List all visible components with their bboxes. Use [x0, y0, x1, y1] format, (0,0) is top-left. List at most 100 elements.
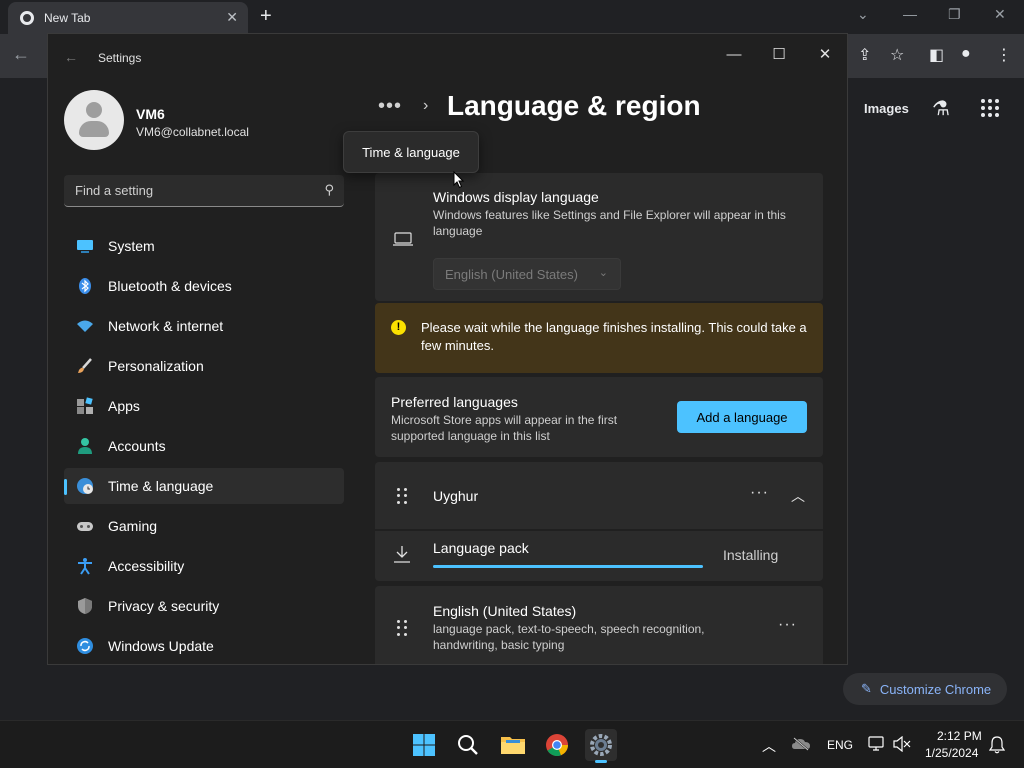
warning-text: Please wait while the language finishes … [421, 320, 807, 353]
chrome-tab-title: New Tab [44, 11, 91, 25]
find-setting-search[interactable]: ⚲ [64, 175, 344, 207]
sidebar-item-gaming[interactable]: Gaming [64, 508, 344, 544]
clock-date[interactable]: 1/25/2024 [925, 746, 978, 760]
apps-icon [77, 397, 93, 414]
tab-search-icon[interactable]: ⌄ [857, 6, 869, 23]
settings-titlebar: ← Settings — ☐ ✕ [48, 34, 847, 82]
chrome-back-icon[interactable]: ← [12, 44, 30, 65]
preferred-languages-description: Microsoft Store apps will appear in the … [391, 413, 618, 443]
add-language-button[interactable]: Add a language [677, 401, 807, 433]
gamepad-icon [77, 522, 93, 531]
system-icon [77, 240, 93, 253]
volume-muted-icon[interactable] [893, 736, 911, 752]
images-link[interactable]: Images [864, 101, 909, 116]
clock-time[interactable]: 2:12 PM [937, 729, 982, 743]
sidebar-item-system[interactable]: System [64, 228, 344, 264]
side-panel-icon[interactable]: ◧ [929, 45, 944, 65]
sidebar-item-privacy[interactable]: Privacy & security [64, 588, 344, 624]
taskbar: ︿ ENG 2:12 PM 1/25/2024 [0, 720, 1024, 768]
more-options-button[interactable]: ··· [778, 616, 797, 634]
close-button[interactable]: ✕ [805, 40, 845, 68]
sidebar-item-label: Personalization [108, 358, 204, 374]
bookmark-star-icon[interactable]: ☆ [890, 45, 904, 65]
sidebar-item-windows-update[interactable]: Windows Update [64, 628, 344, 664]
install-warning-banner: ! Please wait while the language finishe… [375, 303, 823, 373]
search-icon [458, 735, 478, 755]
search-icon[interactable]: ⚲ [324, 182, 334, 198]
language-name: English (United States) [433, 603, 577, 619]
settings-taskbar-button[interactable] [585, 729, 617, 763]
tray-overflow-chevron-icon[interactable]: ︿ [762, 736, 776, 756]
language-pack-progress-fill [433, 565, 703, 568]
chevron-up-icon[interactable]: ︿ [791, 486, 806, 506]
sidebar-item-label: Privacy & security [108, 598, 220, 614]
chrome-menu-icon[interactable]: ⋮ [996, 45, 1012, 65]
sidebar-item-bluetooth[interactable]: Bluetooth & devices [64, 268, 344, 304]
shield-icon [78, 598, 92, 614]
sidebar-item-time-language[interactable]: Time & language [64, 468, 344, 504]
user-email: VM6@collabnet.local [136, 125, 249, 139]
back-arrow-icon[interactable]: ← [64, 49, 78, 65]
display-language-title: Windows display language [433, 189, 599, 205]
sidebar-item-label: System [108, 238, 155, 254]
sidebar-item-personalization[interactable]: Personalization [64, 348, 344, 384]
onedrive-offline-icon[interactable] [792, 737, 810, 751]
breadcrumb-tooltip: Time & language [343, 131, 479, 173]
start-button[interactable] [408, 729, 440, 761]
notification-bell-icon[interactable] [989, 736, 1005, 754]
labs-flask-icon[interactable]: ⚗ [932, 96, 950, 121]
maximize-button[interactable]: ☐ [759, 40, 799, 68]
display-language-value: English (United States) [445, 267, 578, 282]
drag-handle-icon[interactable] [397, 488, 407, 504]
breadcrumb-chevron-icon: › [423, 97, 429, 114]
chrome-minimize-icon[interactable]: — [903, 6, 917, 22]
search-input[interactable] [64, 175, 344, 206]
input-language-indicator[interactable]: ENG [827, 738, 853, 752]
sidebar-item-network[interactable]: Network & internet [64, 308, 344, 344]
laptop-icon [393, 232, 413, 246]
profile-icon[interactable]: ● [961, 45, 971, 63]
sidebar-item-accounts[interactable]: Accounts [64, 428, 344, 464]
file-explorer-button[interactable] [497, 729, 529, 761]
sidebar-item-label: Apps [108, 398, 140, 414]
download-icon [394, 546, 410, 563]
avatar[interactable] [64, 90, 124, 150]
language-name: Uyghur [433, 488, 479, 504]
language-item-uyghur[interactable]: Uyghur ··· ︿ [375, 462, 823, 529]
taskbar-search-button[interactable] [452, 729, 484, 761]
new-tab-button[interactable]: + [260, 5, 272, 28]
sidebar-item-label: Time & language [108, 478, 214, 494]
sidebar-item-apps[interactable]: Apps [64, 388, 344, 424]
language-features: language pack, text-to-speech, speech re… [433, 622, 705, 652]
display-language-description: Windows features like Settings and File … [433, 208, 786, 238]
chrome-favicon-icon [20, 11, 34, 25]
sidebar-item-label: Gaming [108, 518, 158, 534]
language-item-english[interactable]: English (United States) language pack, t… [375, 586, 823, 664]
breadcrumb-overflow-button[interactable]: ••• [378, 95, 402, 118]
language-pack-row: Language pack Installing [375, 531, 823, 581]
pencil-icon: ✎ [861, 681, 872, 696]
chevron-down-icon: ⌄ [598, 267, 608, 279]
sidebar-item-accessibility[interactable]: Accessibility [64, 548, 344, 584]
drag-handle-icon[interactable] [397, 620, 407, 636]
page-title: Language & region [447, 90, 701, 121]
close-tab-icon[interactable]: ✕ [226, 9, 238, 26]
chrome-tab-strip: New Tab ✕ + ⌄ — ❐ ✕ [0, 0, 1024, 34]
windows-logo-icon [413, 734, 435, 756]
sidebar-item-label: Accessibility [108, 558, 185, 574]
settings-window: ← Settings — ☐ ✕ VM6 VM6@collabnet.local… [47, 33, 848, 665]
display-language-select[interactable]: English (United States) ⌄ [433, 258, 621, 290]
sidebar-item-label: Bluetooth & devices [108, 278, 232, 294]
google-apps-icon[interactable] [981, 99, 999, 117]
chrome-restore-icon[interactable]: ❐ [948, 6, 961, 23]
chrome-tab-new-tab[interactable]: New Tab ✕ [8, 2, 248, 34]
update-icon [77, 638, 93, 654]
customize-chrome-button[interactable]: ✎ Customize Chrome [843, 673, 1007, 705]
network-icon[interactable] [868, 736, 886, 752]
share-icon[interactable]: ⇪ [858, 45, 871, 65]
minimize-button[interactable]: — [714, 40, 754, 68]
chrome-taskbar-button[interactable] [541, 729, 573, 761]
chrome-close-icon[interactable]: ✕ [994, 6, 1006, 23]
more-options-button[interactable]: ··· [750, 484, 769, 502]
sidebar-nav: System Bluetooth & devices Network & int… [64, 228, 344, 664]
